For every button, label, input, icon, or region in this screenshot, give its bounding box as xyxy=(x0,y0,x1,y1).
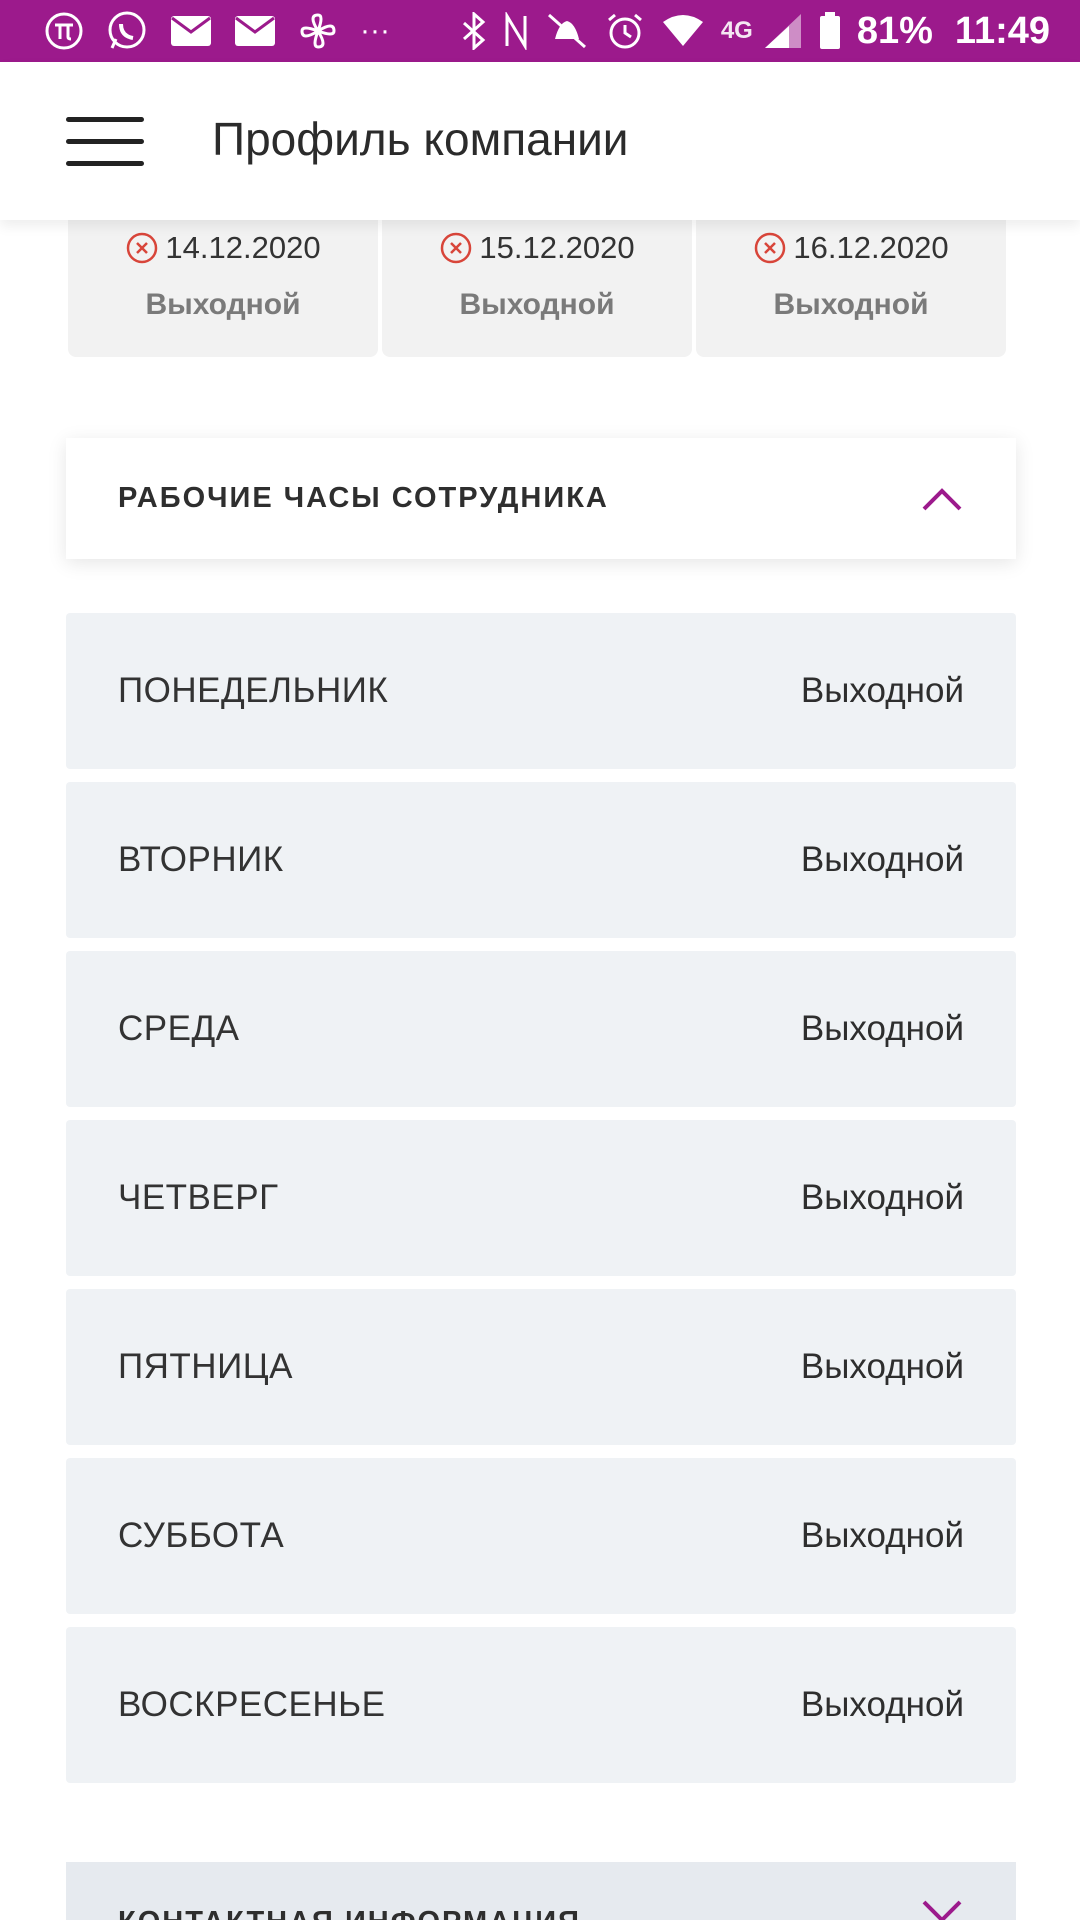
page-title: Профиль компании xyxy=(212,113,629,165)
bluetooth-icon xyxy=(461,12,487,50)
closed-icon xyxy=(127,232,158,264)
hours-value: Выходной xyxy=(800,1347,964,1386)
exception-date: 16.12.2020 xyxy=(793,230,949,265)
chevron-down-icon xyxy=(922,1900,962,1920)
exception-status: Выходной xyxy=(459,288,615,321)
hours-value: Выходной xyxy=(800,840,964,879)
chevron-up-icon xyxy=(922,487,962,510)
mute-icon xyxy=(545,11,589,51)
closed-icon xyxy=(441,232,472,264)
weekday-label: ВОСКРЕСЕНЬЕ xyxy=(118,1685,386,1724)
exception-date: 15.12.2020 xyxy=(479,230,635,265)
contact-section-title: КОНТАКТНАЯ ИНФОРМАЦИЯ xyxy=(118,1906,581,1920)
working-hours-toggle[interactable]: РАБОЧИЕ ЧАСЫ СОТРУДНИКА xyxy=(66,438,1016,559)
weekday-label: СУББОТА xyxy=(118,1516,285,1555)
exception-status: Выходной xyxy=(773,288,929,321)
signal-icon xyxy=(763,12,803,50)
battery-percent: 81% xyxy=(856,9,933,52)
nfc-icon xyxy=(503,12,529,50)
exception-status: Выходной xyxy=(145,288,301,321)
pi-icon xyxy=(44,11,84,51)
working-hours-list: ПОНЕДЕЛЬНИК Выходной ВТОРНИК Выходной СР… xyxy=(66,613,1016,1796)
date-exception-card[interactable]: 15.12.2020 Выходной xyxy=(382,200,692,357)
wifi-icon xyxy=(661,14,705,48)
whatsapp-icon xyxy=(106,10,148,52)
date-row: 14.12.2020 xyxy=(68,230,378,266)
date-row: 16.12.2020 xyxy=(696,230,1006,266)
mail-icon xyxy=(170,15,212,47)
closed-icon xyxy=(755,232,786,264)
menu-icon[interactable] xyxy=(66,117,144,167)
hours-row: СУББОТА Выходной xyxy=(66,1458,1016,1614)
hours-row: ПЯТНИЦА Выходной xyxy=(66,1289,1016,1445)
alarm-icon xyxy=(605,11,645,51)
weekday-label: ВТОРНИК xyxy=(118,840,284,879)
weekday-label: ПОНЕДЕЛЬНИК xyxy=(118,671,389,710)
hours-value: Выходной xyxy=(800,1516,964,1555)
section-title: РАБОЧИЕ ЧАСЫ СОТРУДНИКА xyxy=(118,482,609,514)
hours-value: Выходной xyxy=(800,1178,964,1217)
date-exceptions: 14.12.2020 Выходной 15.12.2020 Выходной … xyxy=(68,200,1008,357)
weekday-label: СРЕДА xyxy=(118,1009,240,1048)
hours-row: ВОСКРЕСЕНЬЕ Выходной xyxy=(66,1627,1016,1783)
hours-row: ЧЕТВЕРГ Выходной xyxy=(66,1120,1016,1276)
more-icon: ··· xyxy=(360,14,390,47)
weekday-label: ЧЕТВЕРГ xyxy=(118,1178,279,1217)
hours-row: СРЕДА Выходной xyxy=(66,951,1016,1107)
date-exception-card[interactable]: 16.12.2020 Выходной xyxy=(696,200,1006,357)
app-header: Профиль компании xyxy=(0,62,1080,220)
pinwheel-icon xyxy=(298,11,338,51)
hours-value: Выходной xyxy=(800,671,964,710)
clock: 11:49 xyxy=(954,9,1050,52)
hours-row: ПОНЕДЕЛЬНИК Выходной xyxy=(66,613,1016,769)
status-bar: ··· 4G 81% 11:49 xyxy=(0,0,1080,62)
date-row: 15.12.2020 xyxy=(382,230,692,266)
hours-value: Выходной xyxy=(800,1685,964,1724)
network-type: 4G xyxy=(720,17,753,44)
battery-icon xyxy=(819,12,841,50)
mail-icon xyxy=(234,15,276,47)
weekday-label: ПЯТНИЦА xyxy=(118,1347,293,1386)
exception-date: 14.12.2020 xyxy=(165,230,321,265)
hours-row: ВТОРНИК Выходной xyxy=(66,782,1016,938)
hours-value: Выходной xyxy=(800,1009,964,1048)
contact-info-toggle[interactable]: КОНТАКТНАЯ ИНФОРМАЦИЯ xyxy=(66,1862,1016,1920)
date-exception-card[interactable]: 14.12.2020 Выходной xyxy=(68,200,378,357)
